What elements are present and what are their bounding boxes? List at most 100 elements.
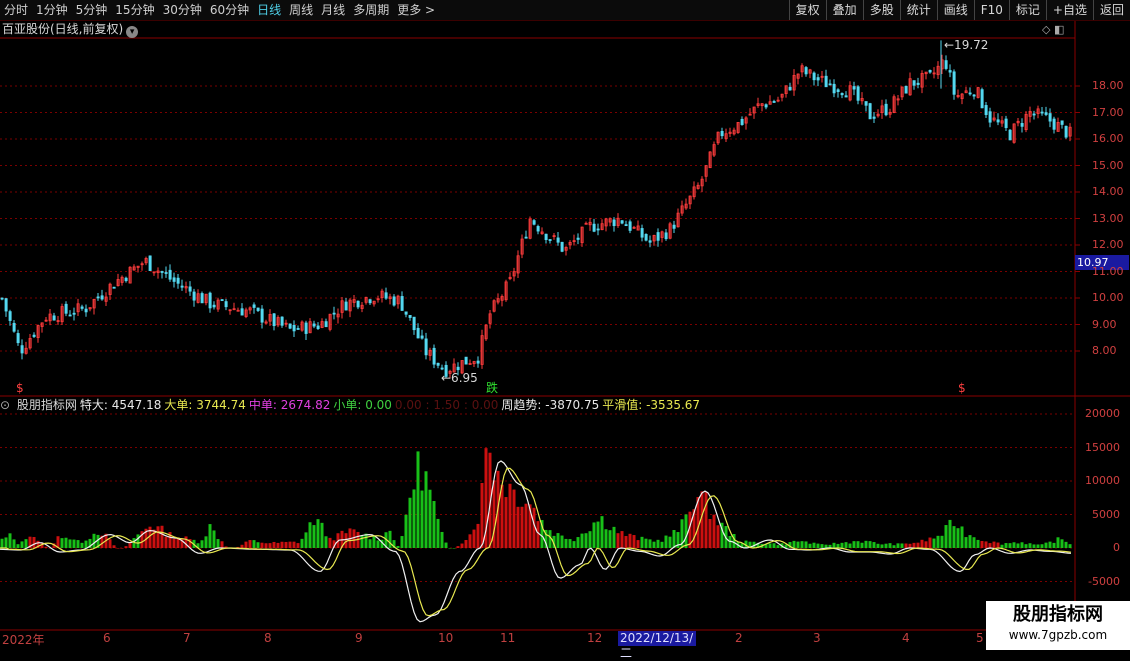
toolbar-button-1[interactable]: 叠加 — [825, 0, 863, 20]
histogram-bar — [772, 543, 776, 548]
candle-body — [928, 70, 932, 73]
toolbar-button-2[interactable]: 多股 — [862, 0, 900, 20]
candle-body — [100, 295, 104, 300]
histogram-bar — [628, 533, 632, 548]
candle-body — [324, 321, 328, 328]
histogram-bar — [452, 548, 456, 549]
histogram-bar — [1040, 544, 1044, 548]
histogram-bar — [372, 535, 376, 548]
tab-period-2[interactable]: 5分钟 — [72, 0, 112, 20]
histogram-bar — [68, 539, 72, 548]
toolbar-button-3[interactable]: 统计 — [899, 0, 937, 20]
candle-body — [656, 232, 660, 241]
histogram-bar — [860, 542, 864, 548]
panel-toggle-icon[interactable]: ◧ — [1054, 23, 1064, 36]
histogram-bar — [32, 537, 36, 548]
histogram-bar — [116, 548, 120, 549]
histogram-bar — [796, 541, 800, 548]
histogram-bar — [312, 525, 316, 548]
indicator-tick-3: 5000 — [1092, 507, 1120, 521]
histogram-bar — [500, 484, 504, 548]
histogram-bar — [832, 542, 836, 548]
candle-body — [544, 233, 548, 240]
histogram-bar — [404, 514, 408, 548]
histogram-bar — [972, 537, 976, 548]
histogram-bar — [416, 451, 420, 548]
histogram-bar — [1008, 543, 1012, 548]
toolbar-button-8[interactable]: 返回 — [1092, 0, 1130, 20]
candle-body — [16, 333, 20, 344]
histogram-bar — [260, 542, 264, 548]
legend-item-3: 小单: 0.00 — [333, 398, 392, 412]
tab-period-7[interactable]: 周线 — [285, 0, 317, 20]
tab-period-8[interactable]: 月线 — [317, 0, 349, 20]
histogram-bar — [940, 535, 944, 548]
candle-body — [1060, 120, 1064, 125]
candle-body — [852, 86, 856, 90]
histogram-bar — [280, 541, 284, 548]
tab-period-4[interactable]: 30分钟 — [159, 0, 206, 20]
diamond-icon[interactable]: ◇ — [1042, 23, 1050, 36]
toolbar-button-4[interactable]: 画线 — [936, 0, 974, 20]
histogram-bar — [200, 540, 204, 548]
histogram-bar — [1028, 543, 1032, 548]
histogram-bar — [1024, 544, 1028, 548]
candle-body — [988, 111, 992, 123]
tab-period-10[interactable]: 更多 > — [393, 0, 439, 20]
candle-body — [240, 308, 244, 316]
candle-body — [464, 356, 468, 365]
tab-period-1[interactable]: 1分钟 — [32, 0, 72, 20]
histogram-bar — [328, 537, 332, 548]
histogram-bar — [952, 526, 956, 548]
histogram-bar — [964, 537, 968, 548]
candle-body — [64, 303, 68, 314]
candle-body — [628, 221, 632, 231]
histogram-bar — [160, 525, 164, 548]
toolbar-button-0[interactable]: 复权 — [788, 0, 826, 20]
histogram-bar — [504, 497, 508, 548]
indicator-menu-icon[interactable]: ⊙ — [0, 398, 14, 412]
histogram-bar — [8, 533, 12, 548]
histogram-bar — [792, 540, 796, 548]
histogram-bar — [916, 542, 920, 548]
toolbar-button-5[interactable]: F10 — [973, 0, 1009, 20]
chart-canvas[interactable]: ←19.72 ←6.95 跌 $ $ — [0, 0, 1130, 650]
tab-period-9[interactable]: 多周期 — [349, 0, 393, 20]
candle-body — [172, 277, 176, 282]
histogram-bar — [240, 544, 244, 548]
candle-body — [304, 322, 308, 334]
candle-body — [272, 313, 276, 327]
toolbar-button-7[interactable]: +自选 — [1045, 0, 1093, 20]
candle-body — [260, 308, 264, 323]
toolbar-button-6[interactable]: 标记 — [1008, 0, 1046, 20]
histogram-bar — [268, 543, 272, 548]
histogram-bar — [440, 531, 444, 548]
histogram-bar — [636, 540, 640, 548]
legend-item-4: 0.00 : 1.50 : 0.00 — [394, 398, 499, 412]
histogram-bar — [216, 539, 220, 548]
histogram-bar — [468, 534, 472, 548]
histogram-bar — [812, 542, 816, 548]
histogram-bar — [608, 530, 612, 548]
histogram-bar — [424, 471, 428, 548]
stock-title[interactable]: 百亚股份(日线,前复权) ▾ — [2, 21, 139, 38]
histogram-bar — [876, 543, 880, 548]
histogram-bar — [904, 543, 908, 548]
tab-period-5[interactable]: 60分钟 — [206, 0, 253, 20]
candle-body — [560, 241, 564, 252]
histogram-bar — [16, 544, 20, 548]
candle-body — [344, 301, 348, 311]
tab-period-6[interactable]: 日线 — [253, 0, 285, 20]
date-tick-11: 5 — [976, 631, 984, 645]
tab-period-3[interactable]: 15分钟 — [111, 0, 158, 20]
price-tick-9: 9.00 — [1092, 317, 1117, 331]
price-tick-7: 11.00 — [1092, 264, 1124, 278]
histogram-bar — [1020, 542, 1024, 548]
candle-body — [644, 233, 648, 241]
histogram-bar — [808, 543, 812, 548]
histogram-bar — [712, 514, 716, 548]
chevron-down-icon[interactable]: ▾ — [126, 26, 139, 38]
tab-period-0[interactable]: 分时 — [0, 0, 32, 20]
date-tick-6: 11 — [500, 631, 516, 645]
histogram-bar — [984, 541, 988, 548]
